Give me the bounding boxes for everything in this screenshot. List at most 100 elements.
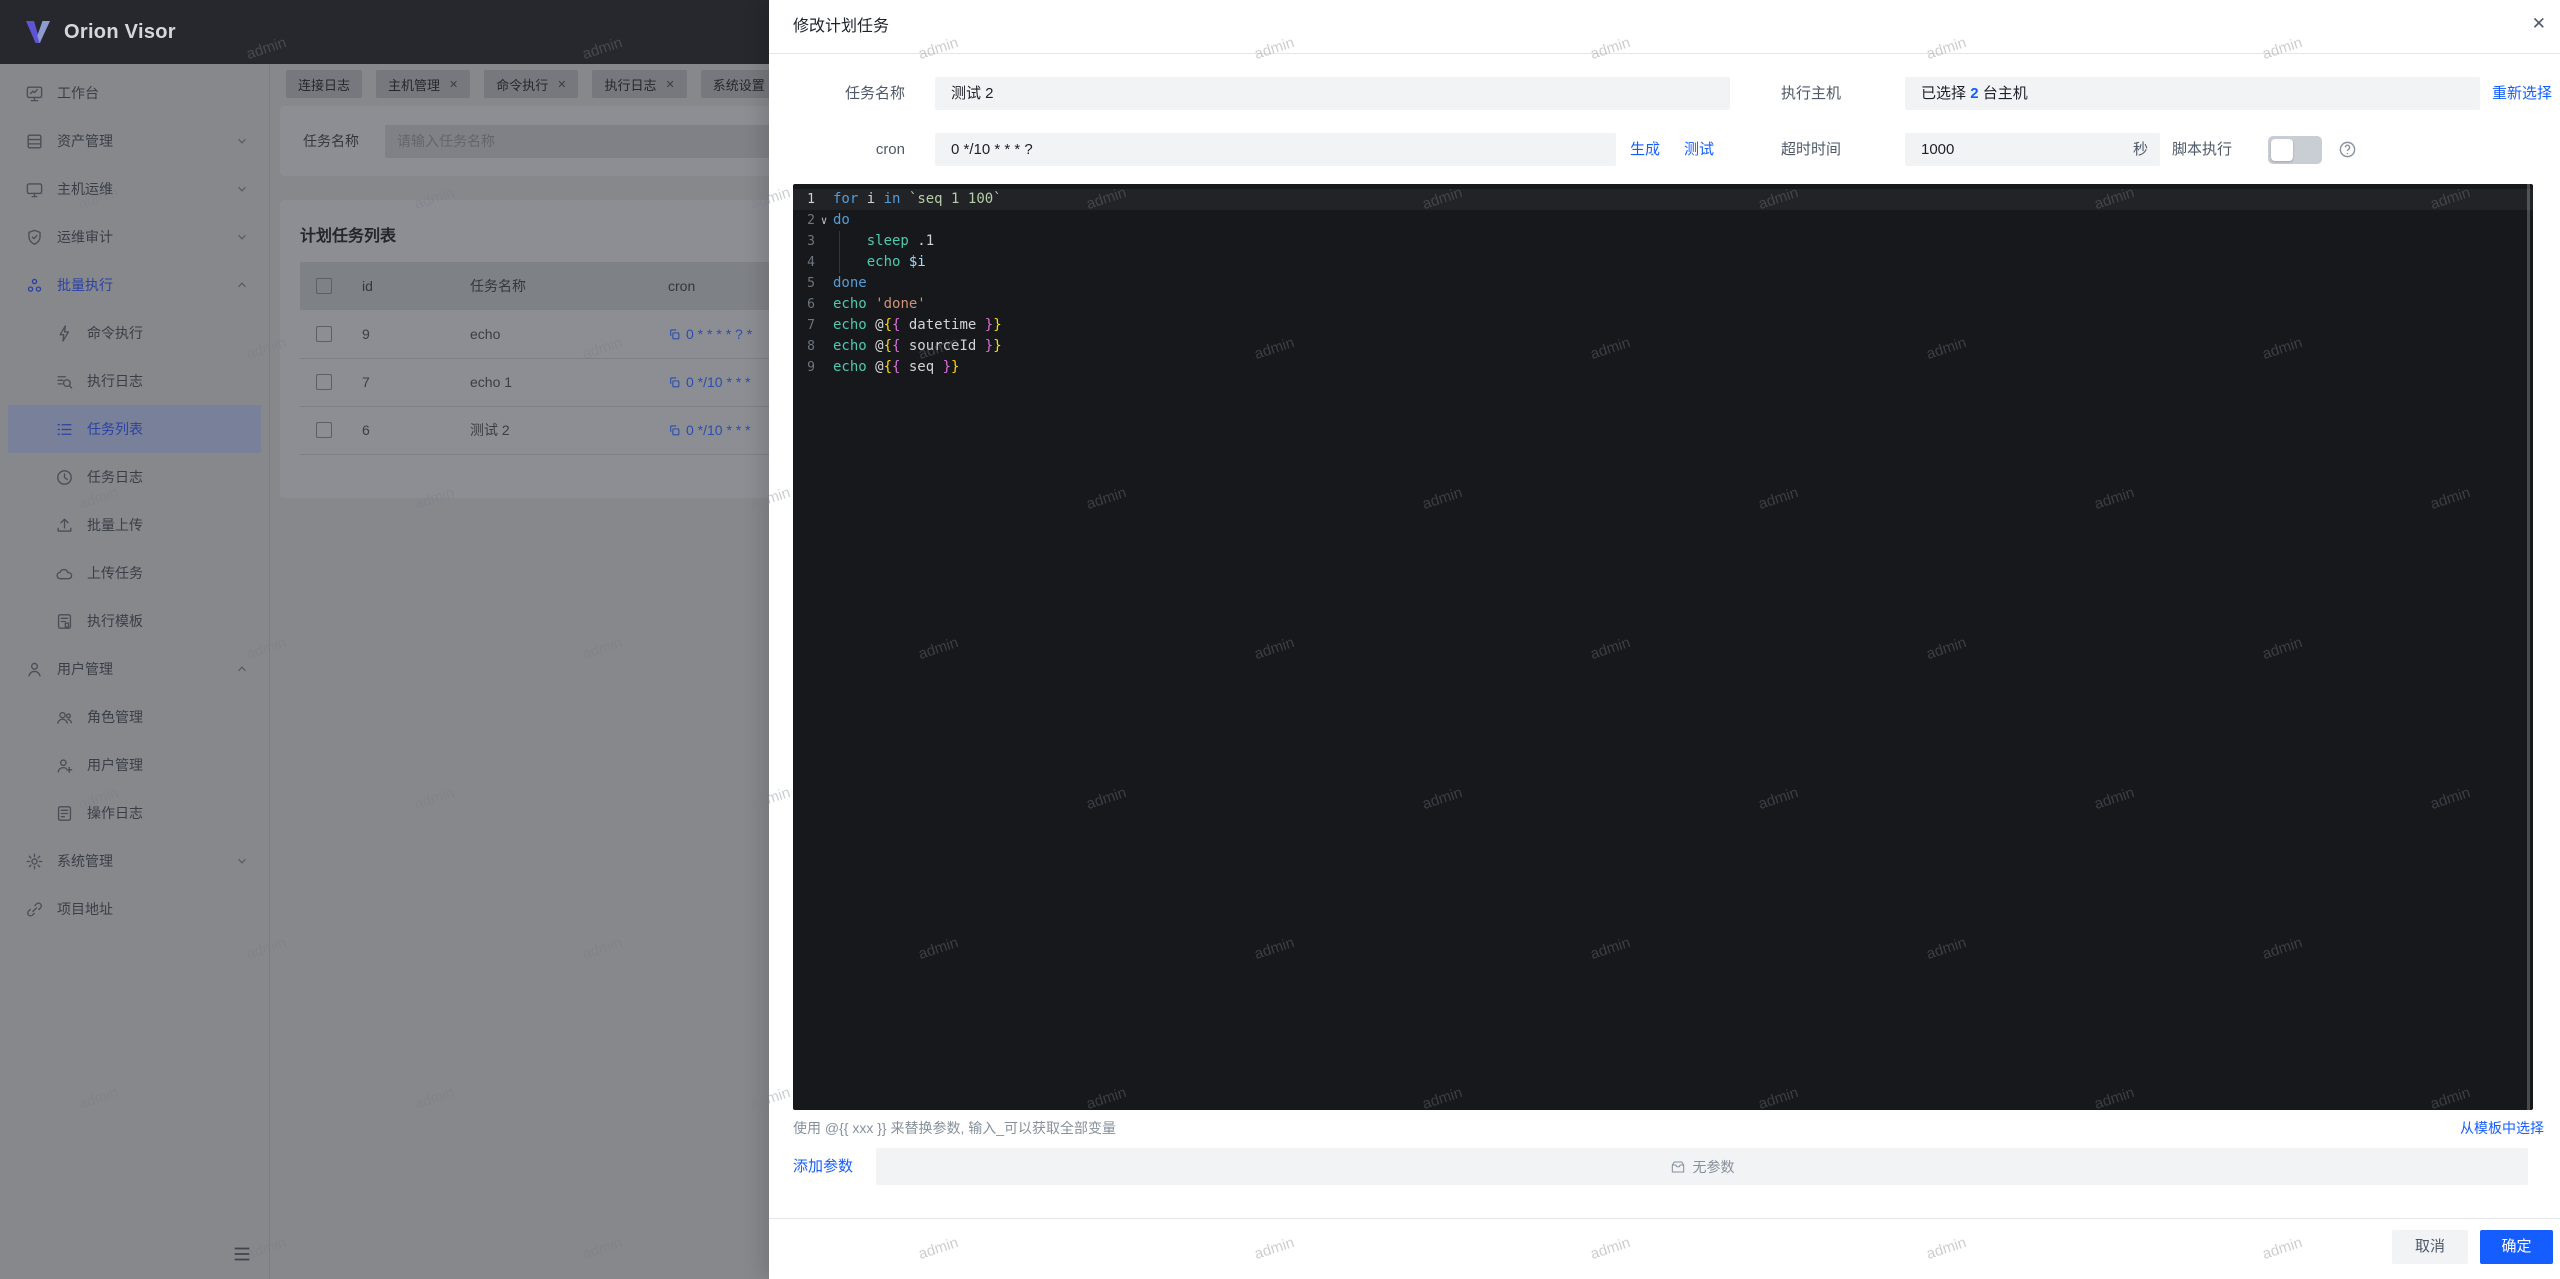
no-param-text: 无参数 — [1693, 1157, 1735, 1177]
tab-close-icon[interactable]: ✕ — [449, 78, 458, 91]
select-all-checkbox[interactable] — [316, 278, 332, 294]
choose-from-template-link[interactable]: 从模板中选择 — [2460, 1118, 2544, 1138]
code-text: echo @{{ seq }} — [833, 357, 959, 378]
upload-icon — [54, 515, 74, 535]
cell-id: 7 — [362, 358, 370, 406]
cell-cron-link[interactable]: 0 */10 * * * — [668, 374, 751, 390]
cron-test-link[interactable]: 测试 — [1684, 133, 1714, 166]
timeout-label: 超时时间 — [1729, 133, 1841, 166]
user-add-icon — [54, 755, 74, 775]
row-checkbox[interactable] — [316, 422, 332, 438]
tab-close-icon[interactable]: ✕ — [557, 78, 566, 91]
script-editor[interactable]: 1for i in `seq 1 100`2∨do3 sleep .14 ech… — [793, 184, 2533, 1110]
sidebar-item-label: 系统管理 — [57, 851, 113, 871]
fold-spacer — [815, 294, 833, 315]
tab-0[interactable]: 连接日志 — [286, 70, 362, 98]
tab-2[interactable]: 命令执行 ✕ — [484, 70, 578, 98]
exec-host-field[interactable]: 已选择 2 台主机 — [1905, 77, 2480, 110]
toggle-knob — [2271, 139, 2293, 161]
cell-cron-link[interactable]: 0 * * * * ? * — [668, 326, 752, 342]
line-number: 7 — [799, 315, 815, 336]
code-line-3: 3 sleep .1 — [793, 231, 2533, 252]
link-divider — [1653, 143, 1654, 157]
line-number: 9 — [799, 357, 815, 378]
drawer-title: 修改计划任务 — [793, 0, 889, 53]
copy-icon[interactable] — [668, 328, 681, 341]
column-id: id — [362, 262, 373, 310]
edit-task-drawer: 修改计划任务 ✕ 任务名称 测试 2 执行主机 已选择 2 台主机 重新选择 c… — [769, 0, 2560, 1279]
sidebar-item-label: 命令执行 — [87, 323, 143, 343]
task-name-label: 任务名称 — [793, 77, 905, 110]
code-line-7: 7echo @{{ datetime }} — [793, 315, 2533, 336]
sidebar-item-9[interactable]: 批量上传 — [8, 501, 261, 549]
close-icon[interactable]: ✕ — [2532, 15, 2546, 32]
script-exec-label: 脚本执行 — [2172, 133, 2262, 166]
cron-input[interactable]: 0 */10 * * * ? — [935, 133, 1616, 166]
cron-generate-link[interactable]: 生成 — [1630, 133, 1660, 166]
sidebar-item-6[interactable]: 执行日志 — [8, 357, 261, 405]
line-number: 3 — [799, 231, 815, 252]
chevron-down-icon — [235, 134, 249, 148]
audit-shield-icon — [24, 227, 44, 247]
tab-close-icon[interactable]: ✕ — [666, 78, 675, 91]
sidebar-item-14[interactable]: 用户管理 — [8, 741, 261, 789]
help-icon[interactable] — [2338, 140, 2357, 159]
tab-label: 命令执行 — [496, 75, 548, 94]
sidebar-item-8[interactable]: 任务日志 — [8, 453, 261, 501]
sidebar-item-7[interactable]: 任务列表 — [8, 405, 261, 453]
tab-label: 执行日志 — [604, 75, 656, 94]
code-line-2: 2∨do — [793, 210, 2533, 231]
cell-id: 9 — [362, 310, 370, 358]
reselect-hosts-link[interactable]: 重新选择 — [2492, 77, 2552, 110]
add-param-link[interactable]: 添加参数 — [793, 1148, 853, 1185]
code-line-1: 1for i in `seq 1 100` — [793, 189, 2533, 210]
sidebar-item-5[interactable]: 命令执行 — [8, 309, 261, 357]
row-checkbox[interactable] — [316, 326, 332, 342]
sidebar-item-17[interactable]: 项目地址 — [8, 885, 261, 933]
chevron-down-icon — [235, 182, 249, 196]
sidebar-item-label: 用户管理 — [57, 659, 113, 679]
op-log-icon — [54, 803, 74, 823]
tab-3[interactable]: 执行日志 ✕ — [592, 70, 686, 98]
sidebar-item-11[interactable]: 执行模板 — [8, 597, 261, 645]
sidebar-item-0[interactable]: 工作台 — [8, 69, 261, 117]
command-icon — [54, 323, 74, 343]
fold-spacer — [815, 252, 833, 273]
sidebar-item-label: 批量执行 — [57, 275, 113, 295]
sidebar-item-3[interactable]: 运维审计 — [8, 213, 261, 261]
line-number: 5 — [799, 273, 815, 294]
sidebar-item-15[interactable]: 操作日志 — [8, 789, 261, 837]
sidebar-item-10[interactable]: 上传任务 — [8, 549, 261, 597]
dashboard-icon — [24, 83, 44, 103]
sidebar-item-2[interactable]: 主机运维 — [8, 165, 261, 213]
cancel-button[interactable]: 取消 — [2392, 1230, 2468, 1264]
tab-1[interactable]: 主机管理✕ — [376, 70, 470, 98]
line-number: 6 — [799, 294, 815, 315]
fold-spacer — [815, 357, 833, 378]
timeout-input[interactable]: 1000秒 — [1905, 133, 2160, 166]
sidebar-item-12[interactable]: 用户管理 — [8, 645, 261, 693]
fold-spacer — [815, 315, 833, 336]
task-list-icon — [54, 419, 74, 439]
indent-guide — [839, 231, 840, 252]
code-line-4: 4 echo $i — [793, 252, 2533, 273]
copy-icon[interactable] — [668, 424, 681, 437]
sidebar-item-16[interactable]: 系统管理 — [8, 837, 261, 885]
copy-icon[interactable] — [668, 376, 681, 389]
fold-chevron-icon[interactable]: ∨ — [815, 210, 833, 231]
sidebar-item-4[interactable]: 批量执行 — [8, 261, 261, 309]
collapse-sidebar-icon[interactable] — [231, 1243, 253, 1265]
sidebar-item-1[interactable]: 资产管理 — [8, 117, 261, 165]
sidebar-menu: 工作台资产管理主机运维运维审计批量执行命令执行执行日志任务列表任务日志批量上传上… — [0, 69, 269, 933]
confirm-button[interactable]: 确定 — [2480, 1230, 2553, 1264]
cell-cron-link[interactable]: 0 */10 * * * — [668, 422, 751, 438]
task-name-input[interactable]: 测试 2 — [935, 77, 1730, 110]
script-exec-toggle[interactable] — [2268, 136, 2322, 164]
cell-name: echo — [470, 310, 500, 358]
sidebar-item-13[interactable]: 角色管理 — [8, 693, 261, 741]
row-checkbox[interactable] — [316, 374, 332, 390]
sidebar-item-label: 用户管理 — [87, 755, 143, 775]
sidebar-item-label: 项目地址 — [57, 899, 113, 919]
roles-icon — [54, 707, 74, 727]
exec-host-label: 执行主机 — [1729, 77, 1841, 110]
